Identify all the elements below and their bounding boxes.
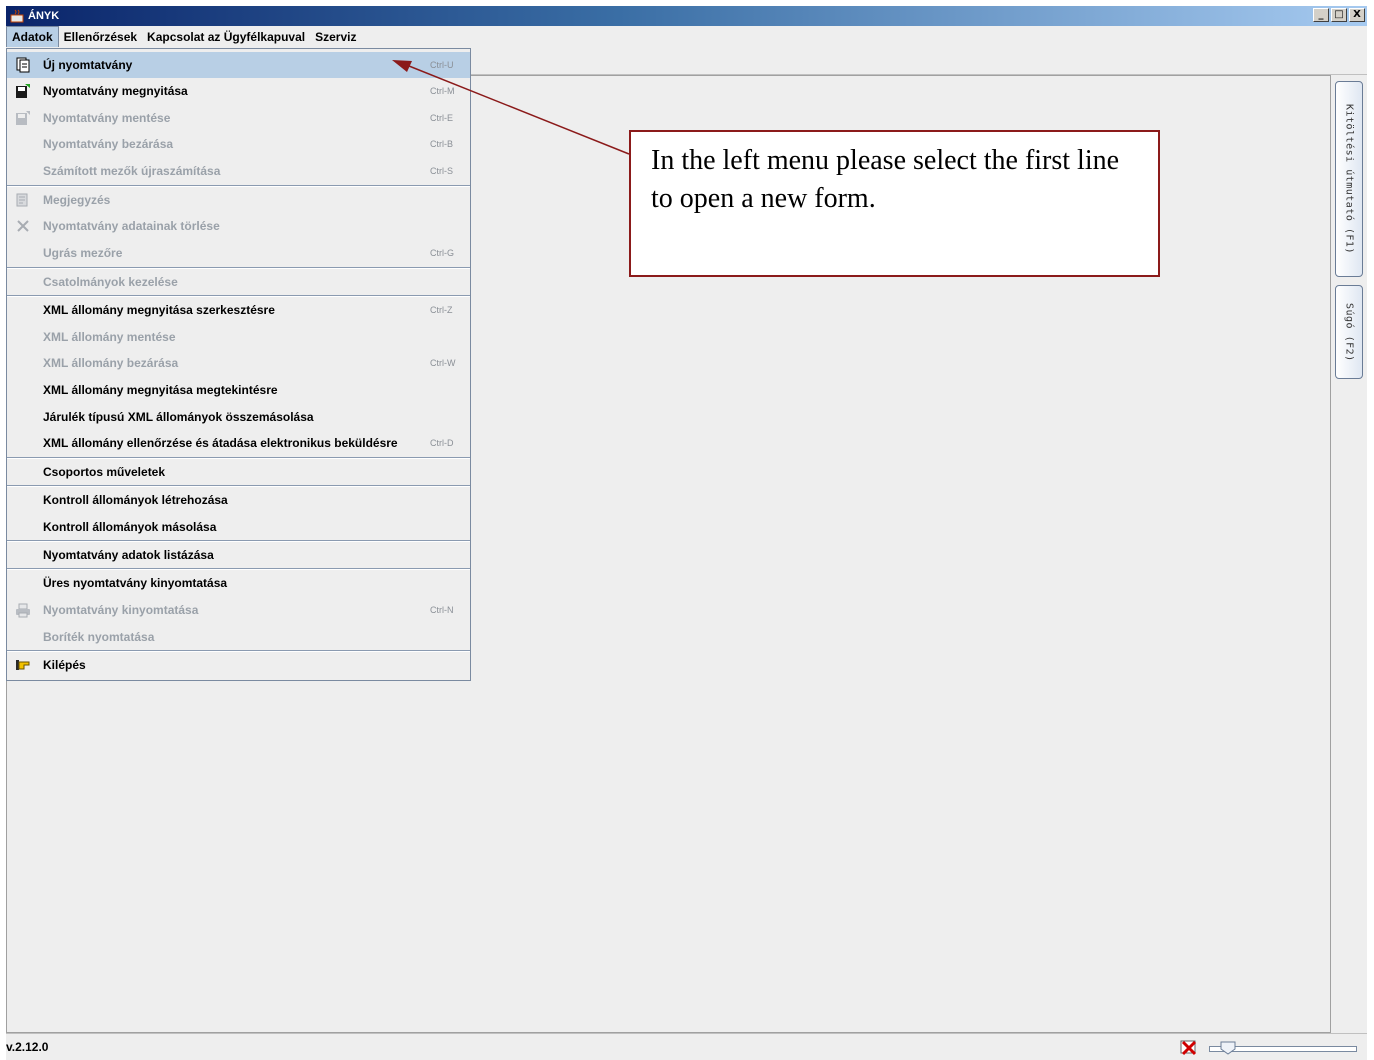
statusbar: v.2.12.0	[6, 1033, 1367, 1060]
menu-item-megjegyzes[interactable]: Megjegyzés	[7, 187, 470, 213]
new-form-icon	[15, 57, 31, 73]
note-icon	[15, 192, 31, 208]
menu-item-nyomtatvany-kinyomtatasa[interactable]: Nyomtatvány kinyomtatása Ctrl-N	[7, 597, 470, 623]
menu-item-label: XML állomány mentése	[43, 330, 176, 344]
menu-item-label: XML állomány ellenőrzése és átadása elek…	[43, 436, 398, 450]
menu-item-szamitott-mezok[interactable]: Számított mezők újraszámítása Ctrl-S	[7, 158, 470, 184]
menu-item-shortcut: Ctrl-U	[430, 60, 454, 70]
error-indicator-icon[interactable]	[1179, 1039, 1201, 1057]
menu-item-kontroll-masolas[interactable]: Kontroll állományok másolása	[7, 514, 470, 540]
menu-item-label: Boríték nyomtatása	[43, 630, 155, 644]
menu-item-label: XML állomány bezárása	[43, 356, 179, 370]
menu-item-shortcut: Ctrl-Z	[430, 305, 453, 315]
menu-item-label: Nyomtatvány kinyomtatása	[43, 603, 199, 617]
menu-item-label: Számított mezők újraszámítása	[43, 164, 221, 178]
menu-item-shortcut: Ctrl-S	[430, 166, 453, 176]
menu-item-ugras-mezore[interactable]: Ugrás mezőre Ctrl-G	[7, 240, 470, 266]
menu-item-shortcut: Ctrl-D	[430, 438, 454, 448]
menu-item-label: Kilépés	[43, 658, 86, 672]
menu-item-kontroll-letrehozas[interactable]: Kontroll állományok létrehozása	[7, 487, 470, 513]
menu-item-label: Üres nyomtatvány kinyomtatása	[43, 576, 228, 590]
delete-icon	[15, 218, 31, 234]
menu-item-label: Nyomtatvány mentése	[43, 111, 171, 125]
maximize-button[interactable]: □	[1331, 8, 1347, 22]
tab-kitoltesi-utmutato[interactable]: Kitöltési útmutató (F1)	[1335, 81, 1363, 277]
close-button[interactable]: X	[1349, 8, 1365, 22]
open-form-icon	[15, 83, 31, 99]
menu-item-label: Ugrás mezőre	[43, 246, 123, 260]
menubar: Adatok Ellenőrzések Kapcsolat az Ügyfélk…	[6, 26, 1367, 47]
minimize-button[interactable]: _	[1313, 8, 1329, 22]
save-form-icon	[15, 110, 31, 126]
menu-item-xml-megtekintes[interactable]: XML állomány megnyitása megtekintésre	[7, 377, 470, 403]
side-panel: Kitöltési útmutató (F1) Súgó (F2)	[1331, 75, 1367, 1033]
menu-item-label: Nyomtatvány bezárása	[43, 137, 174, 151]
adatok-dropdown-menu: Új nyomtatvány Ctrl-U Nyomtatvány megnyi…	[6, 48, 471, 681]
tab-sugo[interactable]: Súgó (F2)	[1335, 285, 1363, 379]
menu-item-label: Új nyomtatvány	[43, 58, 133, 72]
window-titlebar: ÁNYK _ □ X	[6, 6, 1367, 26]
menu-item-shortcut: Ctrl-E	[430, 113, 453, 123]
menu-item-label: XML állomány megnyitása megtekintésre	[43, 383, 278, 397]
zoom-slider[interactable]	[1209, 1041, 1357, 1055]
menu-item-xml-mentese[interactable]: XML állomány mentése	[7, 324, 470, 350]
menu-adatok[interactable]: Adatok	[6, 26, 59, 47]
menu-item-ures-nyomtatas[interactable]: Üres nyomtatvány kinyomtatása	[7, 570, 470, 596]
menu-item-xml-bezarasa[interactable]: XML állomány bezárása Ctrl-W	[7, 350, 470, 376]
version-label: v.2.12.0	[6, 1040, 49, 1054]
menu-item-shortcut: Ctrl-M	[430, 86, 455, 96]
menu-item-shortcut: Ctrl-W	[430, 358, 456, 368]
menu-item-label: Csatolmányok kezelése	[43, 275, 178, 289]
menu-item-xml-szerkesztes[interactable]: XML állomány megnyitása szerkesztésre Ct…	[7, 297, 470, 323]
menu-ellenorzesek[interactable]: Ellenőrzések	[59, 26, 142, 47]
menu-item-adatok-torlese[interactable]: Nyomtatvány adatainak törlése	[7, 213, 470, 239]
menu-item-label: XML állomány megnyitása szerkesztésre	[43, 303, 275, 317]
menu-item-label: Járulék típusú XML állományok összemásol…	[43, 410, 314, 424]
menu-item-label: Csoportos műveletek	[43, 465, 166, 479]
menu-item-boritek-nyomtatasa[interactable]: Boríték nyomtatása	[7, 624, 470, 650]
status-controls	[1179, 1039, 1357, 1057]
menu-item-label: Megjegyzés	[43, 193, 111, 207]
menu-ugyfelkapu[interactable]: Kapcsolat az Ügyfélkapuval	[142, 26, 310, 47]
menu-item-shortcut: Ctrl-B	[430, 139, 453, 149]
menu-item-nyomtatvany-megnyitasa[interactable]: Nyomtatvány megnyitása Ctrl-M	[7, 78, 470, 104]
tab-sugo-label: Súgó (F2)	[1343, 302, 1355, 362]
menu-item-nyomtatvany-mentese[interactable]: Nyomtatvány mentése Ctrl-E	[7, 105, 470, 131]
menu-item-jarulek-xml[interactable]: Járulék típusú XML állományok összemásol…	[7, 404, 470, 430]
menu-item-label: Kontroll állományok létrehozása	[43, 493, 228, 507]
java-app-icon	[10, 9, 24, 23]
callout-text: In the left menu please select the first…	[651, 145, 1120, 214]
menu-item-uj-nyomtatvany[interactable]: Új nyomtatvány Ctrl-U	[7, 52, 470, 78]
menu-item-label: Nyomtatvány adatainak törlése	[43, 219, 220, 233]
menu-item-adatok-listazasa[interactable]: Nyomtatvány adatok listázása	[7, 542, 470, 568]
menu-item-label: Nyomtatvány adatok listázása	[43, 548, 214, 562]
window-title: ÁNYK	[28, 10, 60, 22]
zoom-slider-thumb[interactable]	[1220, 1041, 1236, 1055]
menu-item-nyomtatvany-bezarasa[interactable]: Nyomtatvány bezárása Ctrl-B	[7, 131, 470, 157]
printer-icon	[15, 602, 31, 618]
menu-item-shortcut: Ctrl-G	[430, 248, 454, 258]
menu-item-csoportos-muveletek[interactable]: Csoportos műveletek	[7, 459, 470, 485]
menu-item-kilepes[interactable]: Kilépés	[7, 652, 470, 678]
exit-hand-icon	[15, 657, 31, 673]
menu-item-shortcut: Ctrl-N	[430, 605, 454, 615]
menu-item-csatolmanyok[interactable]: Csatolmányok kezelése	[7, 269, 470, 295]
menu-item-label: Nyomtatvány megnyitása	[43, 84, 188, 98]
window-controls: _ □ X	[1313, 8, 1365, 22]
tab-kitoltesi-utmutato-label: Kitöltési útmutató (F1)	[1343, 104, 1355, 254]
menu-item-label: Kontroll állományok másolása	[43, 520, 217, 534]
instruction-callout: In the left menu please select the first…	[629, 130, 1160, 277]
menu-szerviz[interactable]: Szerviz	[310, 26, 361, 47]
menu-item-xml-ellenorzes[interactable]: XML állomány ellenőrzése és átadása elek…	[7, 430, 470, 456]
